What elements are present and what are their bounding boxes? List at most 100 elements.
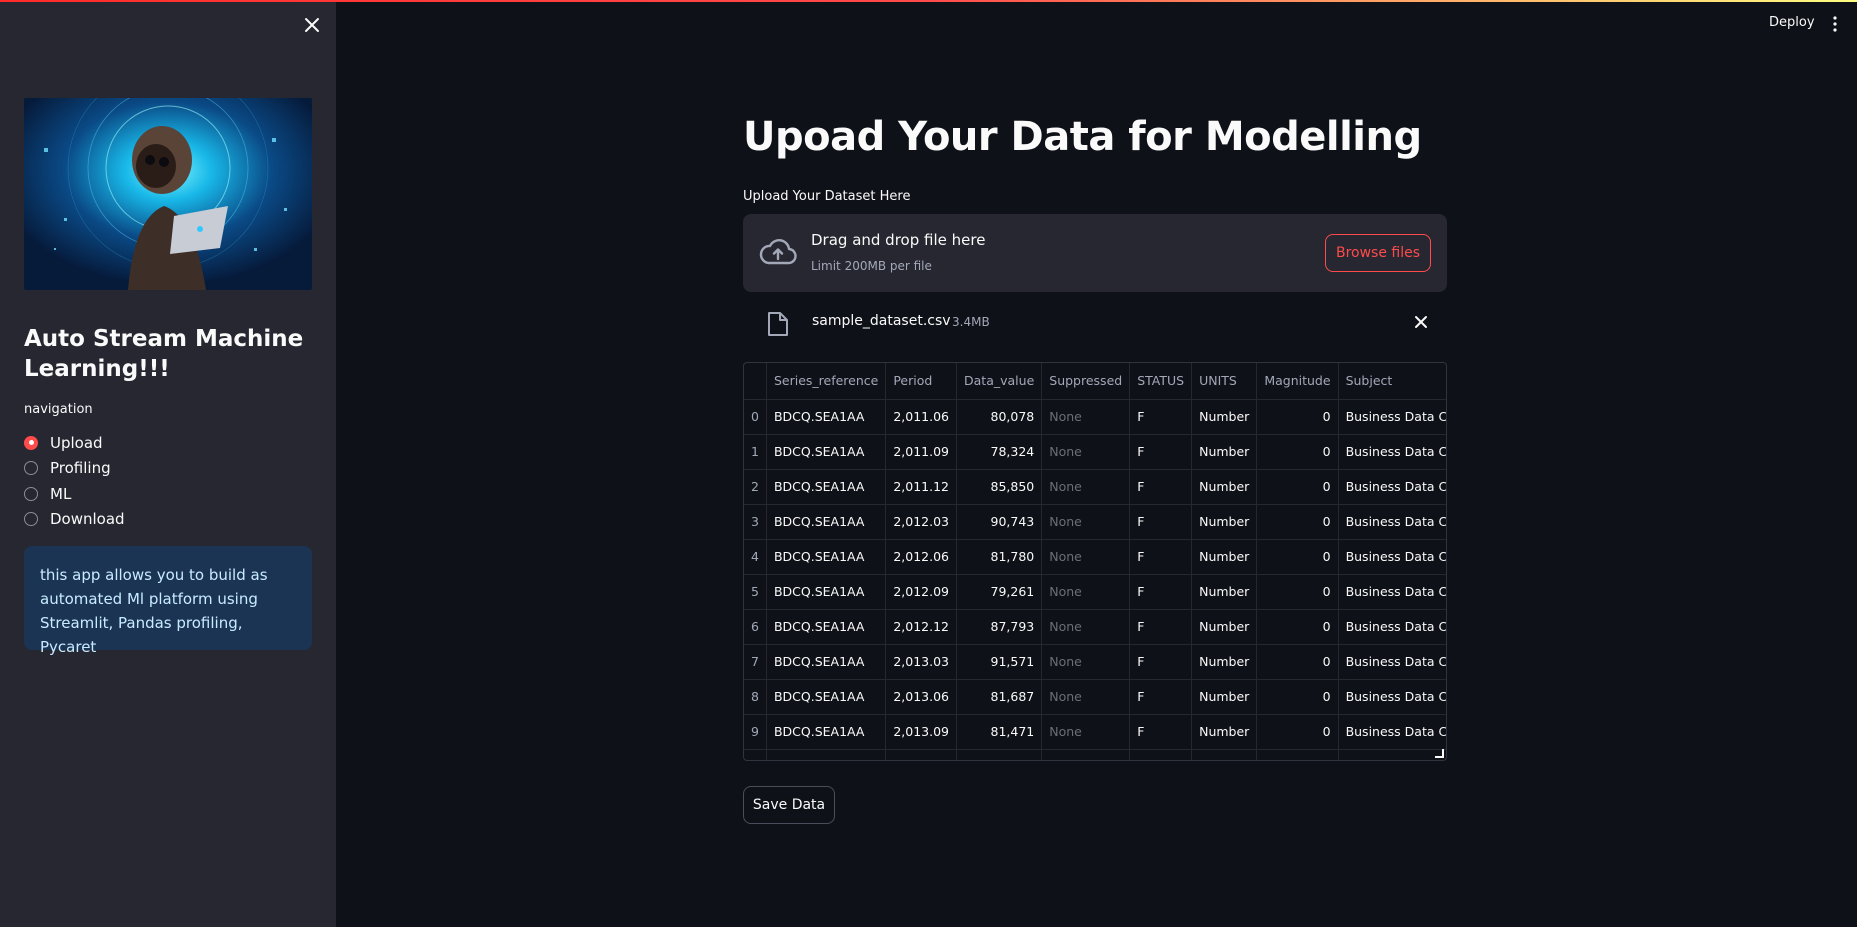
row-index-cell[interactable]: 0 [744, 399, 767, 435]
table-cell[interactable]: 2,012.03 [885, 504, 958, 540]
table-row[interactable]: 6 BDCQ.SEA1AA 2,012.12 87,793 None F Number 0 Bu… [744, 609, 1446, 645]
table-cell[interactable]: Number [1191, 609, 1258, 645]
column-header[interactable]: Suppressed [1041, 363, 1131, 400]
table-cell[interactable]: BDCQ.SEA1AA [766, 434, 887, 470]
browse-files-button[interactable]: Browse files [1325, 234, 1431, 272]
table-cell[interactable]: F [1129, 539, 1193, 575]
deploy-button[interactable]: Deploy [1769, 15, 1815, 30]
nav-option-download[interactable]: Download [24, 507, 125, 533]
table-cell[interactable]: 78,324 [956, 434, 1043, 470]
table-cell[interactable]: 80,078 [956, 399, 1043, 435]
table-cell[interactable]: 90,743 [956, 504, 1043, 540]
column-header[interactable]: Subject [1338, 363, 1446, 400]
table-cell[interactable]: None [1041, 434, 1131, 470]
row-index-cell[interactable]: 7 [744, 644, 767, 680]
table-cell[interactable]: None [1041, 504, 1131, 540]
table-cell[interactable]: 87,793 [956, 609, 1043, 645]
table-cell[interactable] [885, 749, 958, 760]
table-cell[interactable]: Number [1191, 399, 1258, 435]
nav-option-upload[interactable]: Upload [24, 430, 125, 456]
column-header[interactable]: STATUS [1129, 363, 1193, 400]
table-cell[interactable]: F [1129, 644, 1193, 680]
table-cell[interactable]: 0 [1256, 679, 1339, 715]
table-row[interactable]: 3 BDCQ.SEA1AA 2,012.03 90,743 None F Number 0 Bu… [744, 504, 1446, 540]
table-cell[interactable]: 81,780 [956, 539, 1043, 575]
row-index-cell[interactable]: 5 [744, 574, 767, 610]
table-cell[interactable]: 2,011.06 [885, 399, 958, 435]
table-cell[interactable]: F [1129, 469, 1193, 505]
table-cell[interactable]: F [1129, 609, 1193, 645]
table-cell[interactable]: 2,011.09 [885, 434, 958, 470]
table-cell[interactable]: 2,013.03 [885, 644, 958, 680]
table-cell[interactable]: 91,571 [956, 644, 1043, 680]
table-cell[interactable]: F [1129, 399, 1193, 435]
table-row[interactable]: 2 BDCQ.SEA1AA 2,011.12 85,850 None F Number 0 Bu… [744, 469, 1446, 505]
table-cell[interactable]: Number [1191, 504, 1258, 540]
nav-option-profiling[interactable]: Profiling [24, 456, 125, 482]
table-row[interactable]: 7 BDCQ.SEA1AA 2,013.03 91,571 None F Number 0 Bu… [744, 644, 1446, 680]
table-cell[interactable]: Number [1191, 679, 1258, 715]
table-cell[interactable]: Business Data Co [1338, 434, 1446, 470]
remove-file-icon[interactable] [1414, 315, 1428, 329]
table-cell[interactable]: 79,261 [956, 574, 1043, 610]
table-row[interactable]: 9 BDCQ.SEA1AA 2,013.09 81,471 None F Number 0 Bu… [744, 714, 1446, 750]
column-header[interactable]: Magnitude [1256, 363, 1339, 400]
table-row[interactable]: 0 BDCQ.SEA1AA 2,011.06 80,078 None F Number 0 Bu… [744, 399, 1446, 435]
table-row[interactable]: 1 BDCQ.SEA1AA 2,011.09 78,324 None F Number 0 Bu… [744, 434, 1446, 470]
column-header[interactable]: Period [885, 363, 958, 400]
table-cell[interactable]: Number [1191, 434, 1258, 470]
table-cell[interactable]: BDCQ.SEA1AA [766, 679, 887, 715]
table-cell[interactable]: 81,687 [956, 679, 1043, 715]
table-cell[interactable]: 2,012.12 [885, 609, 958, 645]
nav-option-ml[interactable]: ML [24, 481, 125, 507]
table-cell[interactable]: Number [1191, 644, 1258, 680]
table-cell[interactable]: Business Data Co [1338, 574, 1446, 610]
column-header[interactable]: UNITS [1191, 363, 1258, 400]
table-cell[interactable]: Business Data Co [1338, 609, 1446, 645]
table-cell[interactable]: F [1129, 679, 1193, 715]
close-icon[interactable] [303, 16, 321, 34]
table-cell[interactable] [766, 749, 887, 760]
table-cell[interactable] [1191, 749, 1258, 760]
table-cell[interactable]: 0 [1256, 609, 1339, 645]
table-cell[interactable]: 2,013.09 [885, 714, 958, 750]
table-cell[interactable] [1129, 749, 1193, 760]
table-cell[interactable] [1338, 749, 1446, 760]
table-cell[interactable]: F [1129, 714, 1193, 750]
table-cell[interactable]: 0 [1256, 714, 1339, 750]
save-data-button[interactable]: Save Data [743, 786, 835, 824]
table-cell[interactable]: None [1041, 539, 1131, 575]
table-cell[interactable]: F [1129, 574, 1193, 610]
row-index-cell[interactable]: 9 [744, 714, 767, 750]
row-index-cell[interactable]: 3 [744, 504, 767, 540]
table-cell[interactable]: Number [1191, 714, 1258, 750]
table-cell[interactable]: 0 [1256, 574, 1339, 610]
table-cell[interactable]: F [1129, 504, 1193, 540]
table-cell[interactable]: 2,011.12 [885, 469, 958, 505]
table-row[interactable]: 5 BDCQ.SEA1AA 2,012.09 79,261 None F Number 0 Bu… [744, 574, 1446, 610]
table-cell[interactable]: Business Data Co [1338, 679, 1446, 715]
table-cell[interactable]: 0 [1256, 504, 1339, 540]
table-cell[interactable]: 0 [1256, 399, 1339, 435]
table-cell[interactable]: Number [1191, 539, 1258, 575]
row-index-cell[interactable]: 4 [744, 539, 767, 575]
table-cell[interactable]: 0 [1256, 539, 1339, 575]
table-cell[interactable]: BDCQ.SEA1AA [766, 609, 887, 645]
table-cell[interactable]: Business Data Co [1338, 399, 1446, 435]
table-cell[interactable]: 81,471 [956, 714, 1043, 750]
table-cell[interactable]: Business Data Co [1338, 539, 1446, 575]
table-row[interactable] [744, 749, 1446, 760]
table-cell[interactable]: None [1041, 644, 1131, 680]
table-cell[interactable]: Business Data Co [1338, 644, 1446, 680]
row-index-cell[interactable]: 2 [744, 469, 767, 505]
table-cell[interactable]: None [1041, 609, 1131, 645]
table-cell[interactable] [1041, 749, 1131, 760]
table-cell[interactable]: None [1041, 714, 1131, 750]
table-cell[interactable]: BDCQ.SEA1AA [766, 504, 887, 540]
table-cell[interactable] [1256, 749, 1339, 760]
file-dropzone[interactable]: Drag and drop file here Limit 200MB per … [743, 214, 1447, 292]
table-cell[interactable]: 2,013.06 [885, 679, 958, 715]
table-cell[interactable]: F [1129, 434, 1193, 470]
table-row[interactable]: 4 BDCQ.SEA1AA 2,012.06 81,780 None F Number 0 Bu… [744, 539, 1446, 575]
column-header[interactable]: Series_reference [766, 363, 887, 400]
